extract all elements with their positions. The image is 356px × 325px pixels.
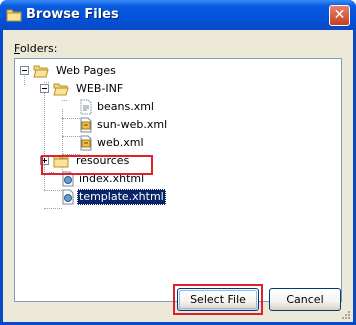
tree-connector xyxy=(44,208,62,209)
title-bar[interactable]: Browse Files ✕ xyxy=(0,0,356,30)
xml-file-icon xyxy=(80,99,92,115)
tree-item-web-pages[interactable]: Web Pages xyxy=(33,63,153,79)
window-title: Browse Files xyxy=(26,7,119,22)
tree-item-web-xml[interactable]: web.xml xyxy=(78,135,188,151)
close-icon: ✕ xyxy=(333,7,346,23)
tree-connector xyxy=(44,82,49,83)
tree-item-label: beans.xml xyxy=(97,100,154,113)
tree-item-label: sun-web.xml xyxy=(97,118,168,131)
folders-label: Folders: xyxy=(14,42,57,55)
collapse-toggle[interactable] xyxy=(20,66,29,75)
collapse-toggle[interactable] xyxy=(40,84,49,93)
tree-item-beans-xml[interactable]: beans.xml xyxy=(78,99,188,115)
resize-grip-icon[interactable] xyxy=(341,310,351,320)
xml-config-file-icon xyxy=(80,117,92,133)
folder-icon xyxy=(6,9,22,22)
tree-item-template-xhtml[interactable]: template.xhtml xyxy=(60,189,170,205)
dialog-body: Folders: Web Pages WEB-INF beans.xml sun… xyxy=(3,30,353,322)
tree-item-label: web.xml xyxy=(97,136,144,149)
xml-config-file-icon xyxy=(80,135,92,151)
tree-item-label: WEB-INF xyxy=(76,82,124,95)
folders-label-rest: olders: xyxy=(19,42,58,55)
selection-highlight-box xyxy=(41,155,153,175)
tree-connector xyxy=(62,100,67,101)
folder-open-icon xyxy=(33,65,49,78)
folder-tree[interactable]: Web Pages WEB-INF beans.xml sun-web.xml … xyxy=(14,58,342,302)
tree-item-sun-web-xml[interactable]: sun-web.xml xyxy=(78,117,188,133)
tree-item-web-inf[interactable]: WEB-INF xyxy=(53,81,163,97)
folder-open-icon xyxy=(53,83,69,96)
tree-item-label: Web Pages xyxy=(56,64,116,77)
select-file-button[interactable]: Select File xyxy=(177,288,259,311)
close-button[interactable]: ✕ xyxy=(329,5,350,26)
xhtml-file-icon xyxy=(62,189,74,205)
browse-files-dialog: Browse Files ✕ Folders: Web Pages WEB-IN… xyxy=(0,0,356,325)
tree-item-label-selected: template.xhtml xyxy=(77,189,166,205)
cancel-button[interactable]: Cancel xyxy=(269,288,341,311)
tree-connector xyxy=(44,91,45,190)
